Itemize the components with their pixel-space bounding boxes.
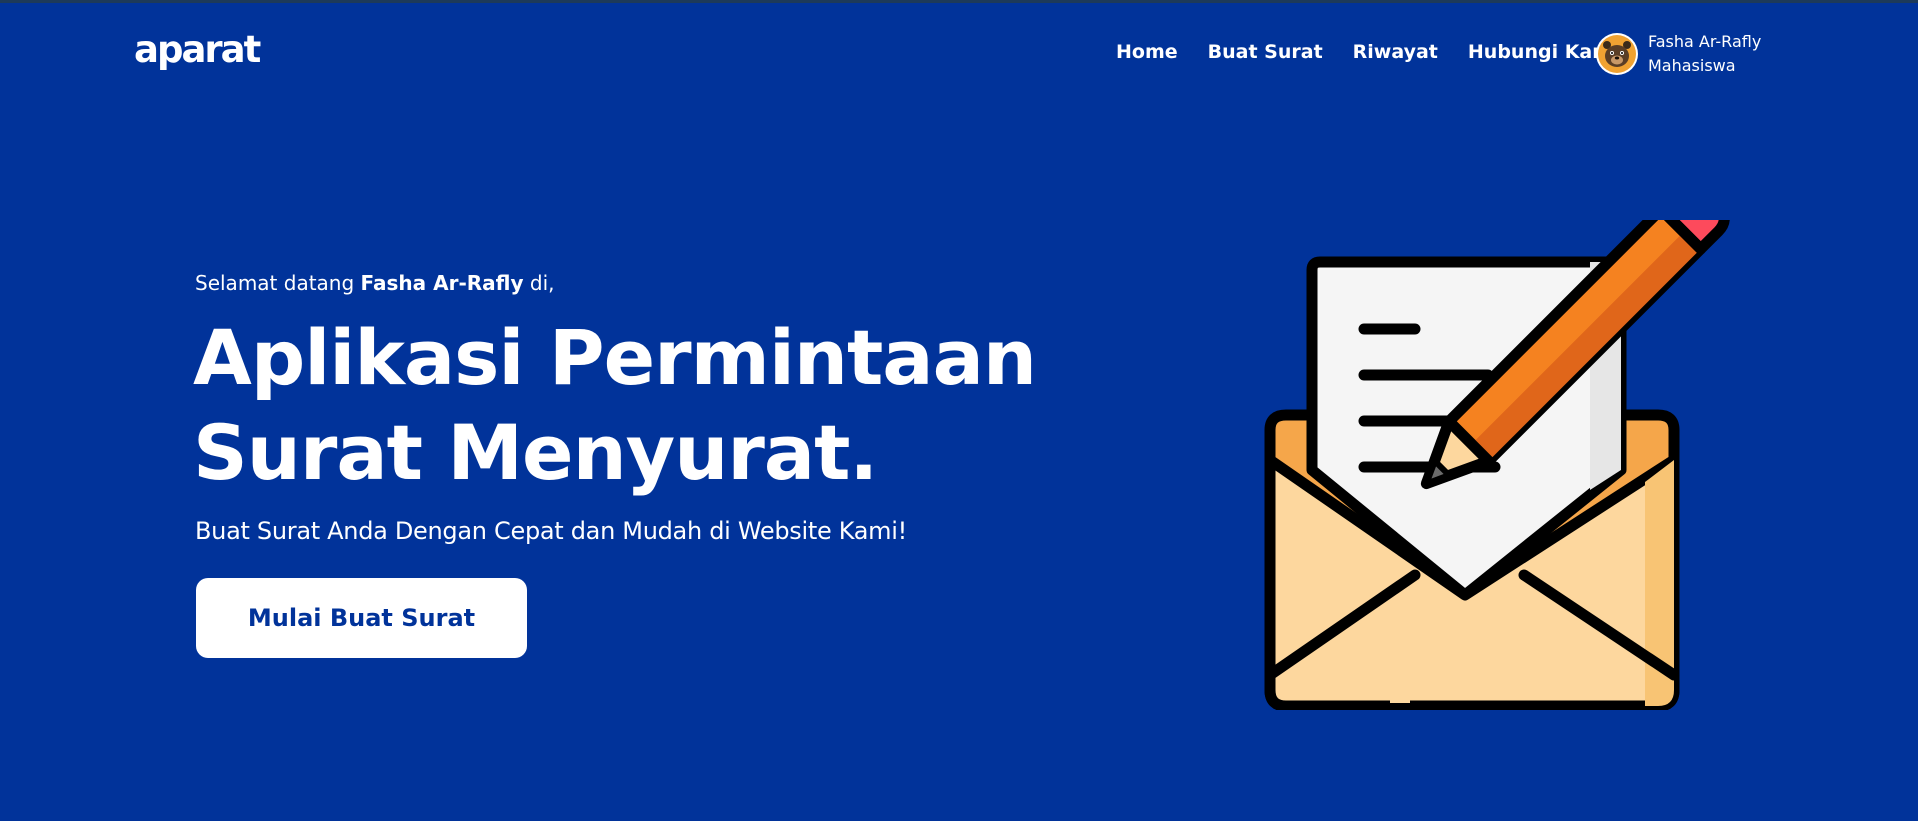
nav-item-buat-surat[interactable]: Buat Surat	[1208, 38, 1323, 66]
user-name: Fasha Ar-Rafly	[1648, 32, 1762, 51]
main-nav: Home Buat Surat Riwayat Hubungi Kami	[1116, 38, 1619, 66]
hero-title-line-1: Aplikasi Permintaan	[193, 313, 1037, 402]
start-letter-button[interactable]: Mulai Buat Surat	[196, 578, 527, 658]
hero-title-line-2: Surat Menyurat.	[193, 408, 878, 497]
hero-title: Aplikasi Permintaan Surat Menyurat.	[193, 310, 1093, 500]
brand-logo[interactable]: aparat	[134, 28, 261, 72]
user-role: Mahasiswa	[1648, 56, 1736, 75]
nav-item-riwayat[interactable]: Riwayat	[1353, 38, 1438, 66]
greeting-suffix: di,	[529, 271, 555, 295]
user-info: Fasha Ar-Rafly Mahasiswa	[1648, 30, 1761, 78]
bear-avatar-icon	[1596, 33, 1638, 75]
hero-subtitle: Buat Surat Anda Dengan Cepat dan Mudah d…	[195, 517, 907, 545]
hero-greeting: Selamat datang Fasha Ar-Rafly di,	[195, 268, 555, 298]
window-top-border	[0, 0, 1918, 3]
greeting-prefix: Selamat datang	[195, 271, 355, 295]
nav-item-home[interactable]: Home	[1116, 38, 1178, 66]
envelope-letter-pencil-icon	[1250, 180, 1730, 712]
user-profile-menu[interactable]: Fasha Ar-Rafly Mahasiswa	[1596, 30, 1761, 78]
greeting-name: Fasha Ar-Rafly	[360, 271, 524, 295]
